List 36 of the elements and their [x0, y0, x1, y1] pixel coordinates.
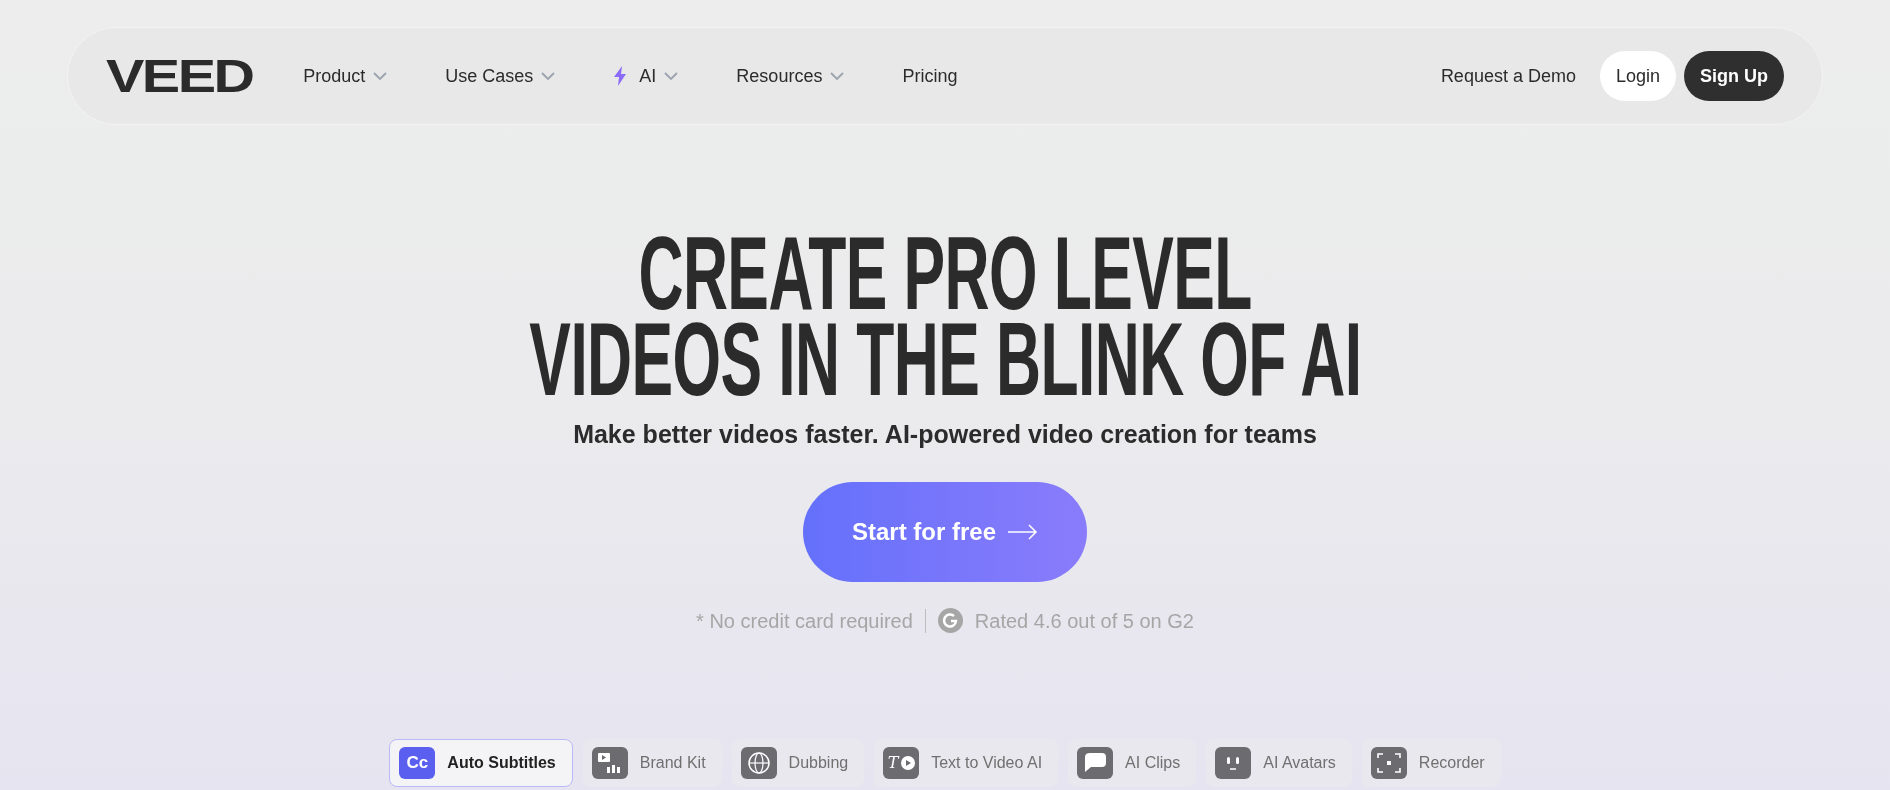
feature-tab[interactable]: Recorder	[1361, 739, 1501, 787]
chevron-down-icon	[830, 72, 845, 80]
feature-tab[interactable]: Dubbing	[731, 739, 865, 787]
arrow-right-icon	[1008, 523, 1038, 540]
g2-rating: Rated 4.6 out of 5 on G2	[974, 608, 1194, 634]
feature-tab[interactable]: Cc Auto Subtitles	[389, 739, 573, 787]
speech-bubble-icon	[1077, 747, 1114, 779]
hero-subtitle: Make better videos faster. AI-powered video creation for teams	[573, 419, 1317, 450]
chevron-down-icon	[373, 72, 388, 80]
captions-icon: Cc	[399, 747, 436, 779]
request-demo-link[interactable]: Request a Demo	[1440, 62, 1576, 90]
video-bars-icon	[591, 747, 628, 779]
nav-menu-item[interactable]: Use Cases	[445, 62, 556, 90]
feature-tab[interactable]: AI Avatars	[1206, 739, 1352, 787]
globe-icon	[740, 747, 777, 779]
lightning-icon	[613, 66, 628, 86]
nav-menu-item[interactable]: Resources	[736, 62, 845, 90]
nav-menu-item[interactable]: Pricing	[902, 62, 958, 90]
sign-up-button[interactable]: Sign Up	[1684, 51, 1784, 101]
start-for-free-button[interactable]: Start for free	[803, 481, 1087, 582]
feature-tab[interactable]: Brand Kit	[582, 739, 722, 787]
no-credit-card-note: * No credit card required	[696, 608, 913, 634]
feature-tab[interactable]: T Text to Video AI	[874, 739, 1059, 787]
nav-menu-item[interactable]: Product	[303, 62, 388, 90]
hero-headline: VIDEOS IN THE BLINK OF AI	[528, 316, 1362, 402]
login-button[interactable]: Login	[1599, 51, 1676, 101]
logo[interactable]: VEED	[106, 53, 253, 99]
hero-headline: CREATE PRO LEVEL	[638, 230, 1252, 316]
screen-record-icon	[1370, 747, 1407, 779]
text-play-icon: T	[883, 747, 920, 779]
face-icon	[1215, 747, 1252, 779]
chevron-down-icon	[664, 72, 679, 80]
nav-menu-item[interactable]: AI	[613, 62, 679, 90]
g2-badge-icon	[937, 608, 963, 633]
chevron-down-icon	[541, 72, 556, 80]
feature-tab[interactable]: AI Clips	[1068, 739, 1197, 787]
